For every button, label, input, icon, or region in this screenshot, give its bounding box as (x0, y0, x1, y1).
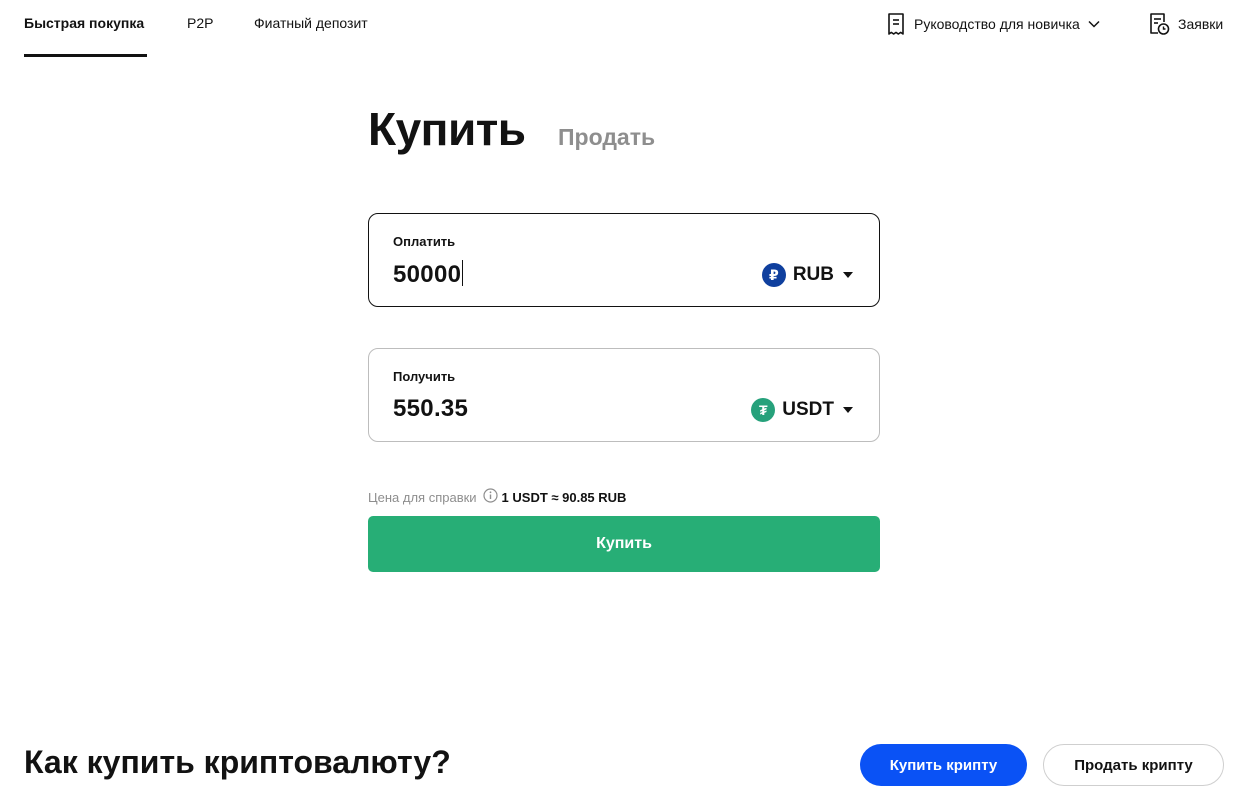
pay-currency-code: RUB (792, 264, 834, 285)
tab-quick-buy[interactable]: Быстрая покупка (24, 15, 147, 57)
buy-button[interactable]: Купить (368, 516, 880, 572)
orders-link[interactable]: Заявки (1148, 12, 1223, 36)
receive-amount-input[interactable]: 550.35 (393, 395, 468, 423)
mode-buy-tab[interactable]: Купить (368, 102, 526, 156)
tab-p2p[interactable]: P2P (187, 15, 213, 57)
reference-price-value: 1 USDT ≈ 90.85 RUB (501, 489, 627, 505)
document-icon (886, 12, 906, 36)
receive-amount-box[interactable]: Получить 550.35 ₮ USDT (368, 348, 880, 442)
receive-label: Получить (393, 369, 456, 384)
reference-price: Цена для справки 1 USDT ≈ 90.85 RUB (368, 488, 626, 506)
pay-amount-input[interactable]: 50000 (393, 260, 464, 289)
pay-label: Оплатить (393, 234, 456, 249)
pay-amount-box[interactable]: Оплатить 50000 ₽ RUB (368, 213, 880, 307)
caret-down-icon (843, 272, 853, 278)
orders-clock-icon (1148, 12, 1170, 36)
orders-label: Заявки (1178, 16, 1224, 32)
tab-fiat-deposit[interactable]: Фиатный депозит (254, 15, 368, 57)
beginner-guide-menu[interactable]: Руководство для новичка (886, 12, 1100, 36)
rub-icon: ₽ (761, 263, 786, 287)
pay-currency-select[interactable]: ₽ RUB (761, 263, 853, 287)
chevron-down-icon (1088, 20, 1100, 28)
text-cursor (462, 260, 464, 286)
usdt-icon: ₮ (751, 398, 776, 422)
buy-crypto-button[interactable]: Купить крипту (860, 744, 1027, 786)
top-navigation: Быстрая покупка P2P Фиатный депозит Руко… (0, 0, 1237, 58)
mode-sell-tab[interactable]: Продать (558, 124, 655, 151)
sell-crypto-button[interactable]: Продать крипту (1043, 744, 1224, 786)
info-icon[interactable] (482, 488, 498, 506)
receive-currency-select[interactable]: ₮ USDT (751, 398, 853, 422)
beginner-guide-label: Руководство для новичка (914, 16, 1080, 32)
receive-currency-code: USDT (782, 399, 834, 420)
reference-price-label: Цена для справки (368, 489, 477, 505)
pay-amount-value: 50000 (393, 261, 462, 288)
caret-down-icon (843, 407, 853, 413)
how-to-buy-heading: Как купить криптовалюту? (24, 744, 451, 780)
